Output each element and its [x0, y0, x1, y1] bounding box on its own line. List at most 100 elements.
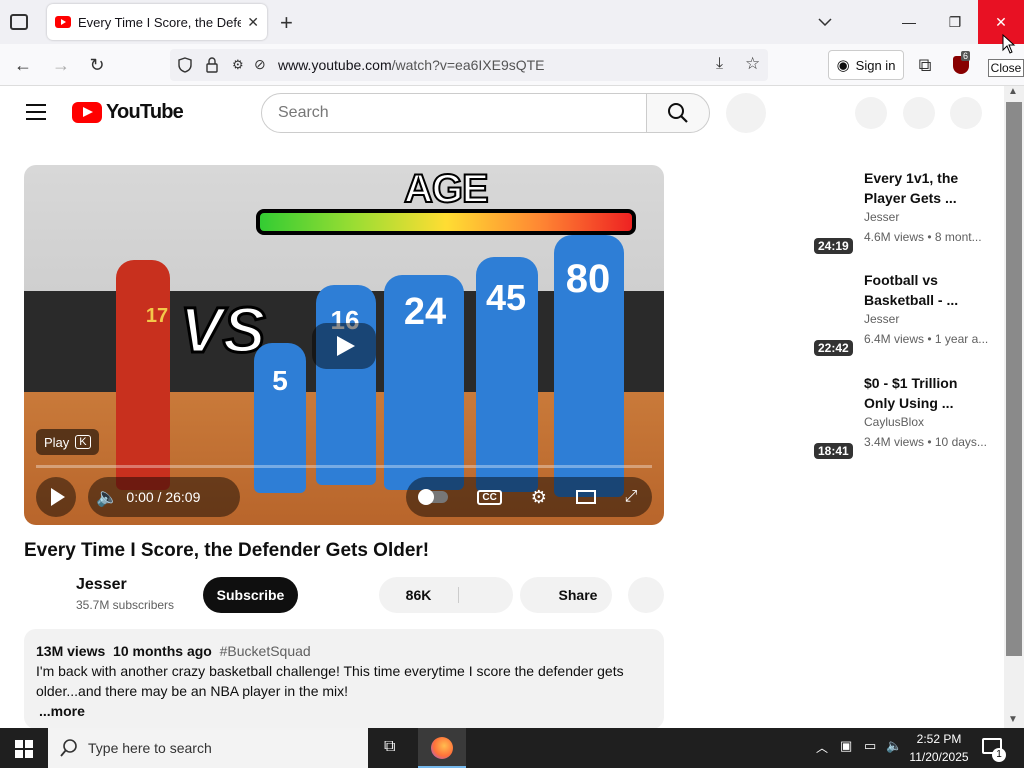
tab-close-icon[interactable]: ✕ [247, 14, 259, 31]
taskbar-clock[interactable]: 2:52 PM 11/20/2025 [906, 730, 972, 766]
progress-bar[interactable] [36, 465, 652, 468]
windows-taskbar: Type here to search ⧉ ︿ ▣ ▭ 🔈 2:52 PM 11… [0, 728, 1024, 768]
taskbar-search-input[interactable]: Type here to search [48, 728, 368, 768]
active-tab[interactable]: Every Time I Score, the Defende ✕ [47, 4, 267, 40]
youtube-play-logo-icon [72, 102, 102, 123]
header-action-3[interactable] [950, 97, 982, 129]
firefox-icon [431, 737, 453, 759]
scroll-down-arrow-icon[interactable]: ▼ [1008, 714, 1018, 725]
settings-gear-icon[interactable]: ⚙ [531, 487, 547, 508]
mouse-cursor-icon [1002, 34, 1016, 54]
scrollbar-thumb[interactable] [1006, 102, 1022, 656]
tab-list-button[interactable] [802, 0, 848, 44]
recommendation-meta: 4.6M views • 8 mont... [864, 230, 982, 244]
subscriber-count: 35.7M subscribers [76, 598, 175, 612]
right-controls: CC ⚙ ⤢ [406, 477, 652, 517]
thumbnail-age-text: AGE [403, 166, 490, 212]
firefox-taskbar-button[interactable] [418, 728, 466, 768]
autoplay-knob [418, 489, 435, 505]
lock-icon[interactable] [206, 57, 218, 73]
like-button[interactable]: 86K [379, 587, 459, 603]
channel-name[interactable]: Jesser [76, 576, 127, 594]
voice-search-button[interactable] [726, 93, 766, 133]
play-button[interactable] [36, 477, 76, 517]
task-view-icon[interactable]: ⧉ [384, 738, 395, 756]
upload-age: 10 months ago [113, 643, 212, 659]
description-text: I'm back with another crazy basketball c… [36, 663, 624, 699]
show-hidden-icons-chevron-icon[interactable]: ︿ [816, 739, 828, 756]
menu-middle-line [26, 111, 46, 113]
network-icon[interactable]: ▭ [864, 738, 876, 754]
minimize-button[interactable]: — [886, 0, 932, 44]
recommendation-item[interactable]: 18:41 $0 - $1 Trillion Only Using ... Ca… [810, 373, 990, 465]
url-text[interactable]: www.youtube.com/watch?v=ea6IXE9sQTE [278, 57, 545, 73]
volume-icon[interactable]: 🔈 [96, 487, 118, 508]
center-play-button[interactable] [312, 323, 376, 369]
jersey-number: 24 [403, 291, 447, 333]
permissions-icon[interactable]: ⚙ [232, 57, 244, 73]
autoplay-blocked-icon[interactable]: ⊘ [254, 56, 266, 73]
tab-overview-icon[interactable] [10, 14, 28, 30]
recommendation-meta: 3.4M views • 10 days... [864, 435, 987, 449]
more-actions-button[interactable] [628, 577, 664, 613]
video-duration: 22:42 [814, 340, 853, 356]
search-button[interactable] [646, 93, 710, 133]
extensions-button[interactable]: ⧉ [908, 44, 942, 86]
youtube-logo[interactable]: YouTube [72, 101, 184, 124]
channel-avatar[interactable] [24, 576, 64, 616]
thumbnail-age-meter [256, 209, 636, 235]
shield-icon[interactable] [178, 57, 192, 73]
account-icon: ◉ [836, 57, 850, 74]
hamburger-menu-button[interactable] [26, 104, 46, 120]
fullscreen-icon[interactable]: ⤢ [625, 488, 638, 506]
header-action-1[interactable] [855, 97, 887, 129]
recommendation-item[interactable]: 22:42 Football vs Basketball - ... Jesse… [810, 270, 990, 362]
search-input[interactable]: Search [261, 93, 647, 133]
maximize-button[interactable]: ❐ [932, 0, 978, 44]
recommendation-channel[interactable]: Jesser [864, 210, 899, 224]
volume-muted-icon[interactable]: 🔈 [886, 738, 902, 754]
bookmark-star-icon[interactable]: ☆ [745, 54, 760, 74]
forward-button[interactable]: → [44, 44, 78, 86]
browser-nav-bar: ← → ↻ ⚙ ⊘ www.youtube.com/watch?v=ea6IXE… [0, 44, 1024, 86]
windows-start-icon[interactable] [15, 740, 33, 758]
close-button[interactable]: ✕ [978, 0, 1024, 44]
sign-in-label: Sign in [855, 57, 896, 73]
meet-now-icon[interactable]: ▣ [840, 738, 852, 754]
recommendation-title[interactable]: Every 1v1, the Player Gets ... [864, 168, 990, 208]
recommendation-title[interactable]: $0 - $1 Trillion Only Using ... [864, 373, 990, 413]
jersey-number: 5 [272, 365, 288, 396]
hashtag-link[interactable]: #BucketSquad [220, 643, 311, 659]
recommendation-title[interactable]: Football vs Basketball - ... [864, 270, 990, 310]
play-hint-key: K [75, 435, 91, 449]
new-tab-button[interactable]: + [280, 10, 293, 36]
thumbnail-vs-text: VS [178, 293, 266, 368]
player-figure [116, 260, 170, 490]
theater-mode-icon[interactable] [575, 490, 596, 504]
autoplay-toggle[interactable] [418, 489, 449, 505]
captions-button[interactable]: CC [477, 489, 502, 505]
show-more-link[interactable]: ...more [36, 701, 652, 721]
extension-badge: 6 [961, 51, 971, 61]
volume-and-time: 🔈 0:00 / 26:09 [88, 477, 240, 517]
scroll-up-arrow-icon[interactable]: ▲ [1008, 86, 1018, 97]
save-to-pocket-icon[interactable]: ⤓ [716, 55, 723, 73]
reload-button[interactable]: ↻ [80, 44, 114, 86]
address-bar[interactable]: ⚙ ⊘ www.youtube.com/watch?v=ea6IXE9sQTE … [170, 49, 768, 81]
recommendation-channel[interactable]: Jesser [864, 312, 899, 326]
sign-in-button[interactable]: ◉ Sign in [828, 50, 904, 80]
play-icon [50, 488, 65, 506]
recommendation-item[interactable]: 24:19 Every 1v1, the Player Gets ... Jes… [810, 168, 990, 260]
recommendation-channel[interactable]: CaylusBlox [864, 415, 924, 429]
video-player[interactable]: AGE VS 17 5 16 24 45 80 Play K 🔈 0:00 / … [24, 165, 664, 525]
dislike-button[interactable] [459, 585, 513, 605]
like-dislike-group: 86K [379, 577, 513, 613]
share-button[interactable]: Share [520, 577, 612, 613]
description-stats: 13M views 10 months ago #BucketSquad [36, 641, 652, 661]
share-label: Share [558, 587, 598, 603]
description-box[interactable]: 13M views 10 months ago #BucketSquad I'm… [24, 629, 664, 729]
jersey-number: 45 [485, 277, 527, 318]
back-button[interactable]: ← [6, 44, 40, 86]
subscribe-button[interactable]: Subscribe [203, 577, 298, 613]
header-action-2[interactable] [903, 97, 935, 129]
